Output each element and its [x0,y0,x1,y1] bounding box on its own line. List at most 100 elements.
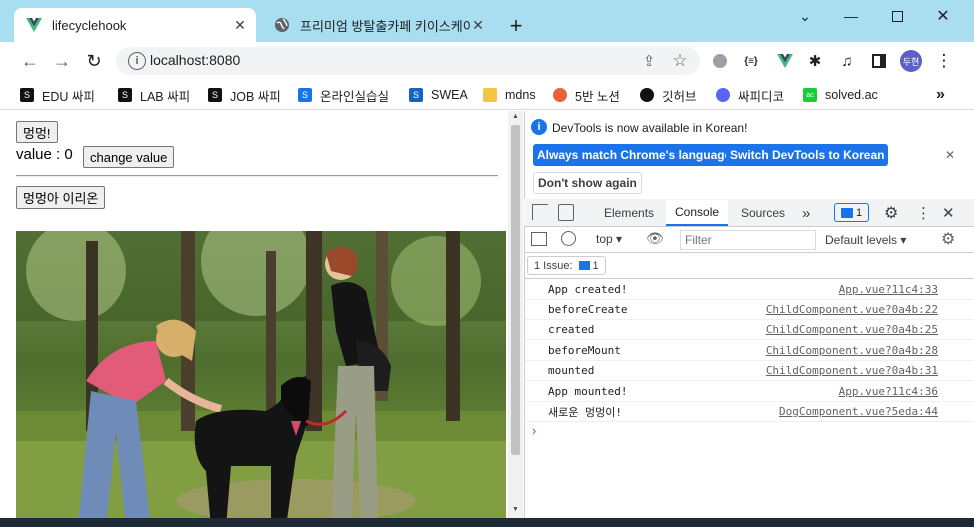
log-source-link[interactable]: ChildComponent.vue?0a4b:28 [766,344,974,357]
back-button[interactable]: ← [17,48,43,74]
bookmark-mdns[interactable]: mdns [483,85,536,105]
forward-button[interactable]: → [49,48,75,74]
media-control-icon[interactable]: ♫ [836,50,858,72]
share-icon[interactable]: ⇪ [638,50,660,72]
bookmark-solvedac[interactable]: ac solved.ac [803,85,878,105]
page-scrollbar[interactable]: ▲ ▼ [508,111,523,518]
console-log-row: created ChildComponent.vue?0a4b:25 [525,320,974,340]
info-icon: i [531,119,547,135]
horizontal-rule [16,175,498,177]
maximize-icon [891,10,903,22]
profile-avatar[interactable]: 두현 [900,50,922,72]
tab-sources[interactable]: Sources [741,200,785,226]
close-devtools-icon[interactable]: ✕ [942,200,955,226]
ssafy-icon: S [208,88,222,102]
devtools-notice: DevTools is now available in Korean! [552,121,748,135]
swea-icon: S [409,88,423,102]
tab-lifecyclehook[interactable]: lifecyclehook ✕ [14,8,256,42]
tab-console[interactable]: Console [666,200,729,226]
console-log-row: mounted ChildComponent.vue?0a4b:31 [525,361,974,381]
peach-icon [553,88,567,102]
close-tab-icon[interactable]: ✕ [470,17,486,33]
ssafy-icon: S [298,88,312,102]
message-icon [840,207,853,218]
live-expression-eye-icon[interactable]: 👁 [646,230,664,247]
reload-icon: ↻ [86,50,102,71]
minimize-button[interactable]: — [828,4,874,28]
message-icon [578,261,590,270]
tab-search-icon[interactable]: ⌄ [782,4,828,28]
extension-gray-icon[interactable] [709,50,731,72]
call-dog-button[interactable]: 멍멍아 이리온 [16,186,106,209]
bookmark-notion[interactable]: 5반 노션 [553,85,620,105]
url-text[interactable]: localhost:8080 [150,52,240,68]
vue-devtools-icon[interactable] [774,50,796,72]
log-source-link[interactable]: App.vue?11c4:36 [839,385,974,398]
log-source-link[interactable]: ChildComponent.vue?0a4b:25 [766,323,974,336]
new-tab-button[interactable]: + [502,13,530,39]
forward-arrow-icon: → [53,50,71,71]
close-window-button[interactable]: ✕ [920,4,966,28]
tab-title: 프리미엄 방탈출카페 키이스케이 [300,18,470,34]
more-tabs-icon[interactable]: » [802,200,810,226]
console-log-row: 새로운 멍멍이! DogComponent.vue?5eda:44 [525,402,974,422]
bookmark-discord[interactable]: 싸피디코 [716,85,784,105]
inspect-element-icon[interactable] [532,204,548,220]
value-text: value : 0 [16,146,73,163]
scrollbar-thumb[interactable] [511,125,520,455]
site-info-icon[interactable]: i [128,52,146,70]
discord-icon [716,88,730,102]
log-source-link[interactable]: ChildComponent.vue?0a4b:31 [766,364,974,377]
device-toolbar-icon[interactable] [558,204,574,221]
github-icon [640,88,654,102]
folder-icon [483,88,497,102]
bookmark-swea[interactable]: S SWEA [409,85,468,105]
bookmark-lab-ssafy[interactable]: S LAB 싸피 [118,85,190,105]
json-extension-icon[interactable]: {≡} [740,50,762,72]
settings-gear-icon[interactable]: ⚙ [884,200,898,226]
reload-button[interactable]: ↻ [81,48,107,74]
scroll-up-arrow-icon[interactable]: ▲ [512,113,519,120]
extensions-puzzle-icon[interactable]: ✱ [804,50,826,72]
close-notice-icon[interactable]: ✕ [945,148,955,162]
scroll-down-arrow-icon[interactable]: ▼ [512,506,519,513]
console-prompt[interactable]: › [532,423,536,438]
log-source-link[interactable]: ChildComponent.vue?0a4b:22 [766,303,974,316]
maximize-button[interactable] [874,4,920,28]
menu-kebab-icon[interactable]: ⋮ [933,50,955,72]
ssafy-icon: S [20,88,34,102]
context-selector[interactable]: top ▾ [596,232,622,246]
globe-icon [274,17,290,33]
bookmark-job-ssafy[interactable]: S JOB 싸피 [208,85,281,105]
ssafy-icon: S [118,88,132,102]
console-log-row: beforeMount ChildComponent.vue?0a4b:28 [525,341,974,361]
always-match-language-button[interactable]: Always match Chrome's language [533,144,736,166]
console-filter-input[interactable] [680,230,816,250]
tab-escape-cafe[interactable]: 프리미엄 방탈출카페 키이스케이 ✕ [262,8,494,42]
devtools-menu-icon[interactable]: ⋮ [916,200,931,226]
dont-show-again-button[interactable]: Don't show again [533,172,642,194]
switch-to-korean-button[interactable]: Switch DevTools to Korean [726,144,889,166]
console-settings-icon[interactable]: ⚙ [941,229,955,249]
side-panel-icon[interactable] [868,50,890,72]
solvedac-icon: ac [803,88,817,102]
tab-title: lifecyclehook [52,17,127,33]
bookmark-edu-ssafy[interactable]: S EDU 싸피 [20,85,95,105]
log-levels-dropdown[interactable]: Default levels ▾ [825,233,906,247]
log-source-link[interactable]: DogComponent.vue?5eda:44 [779,405,974,418]
bark-button[interactable]: 멍멍! [16,121,58,143]
back-arrow-icon: ← [21,50,39,71]
tab-elements[interactable]: Elements [604,200,654,226]
sidebar-toggle-icon[interactable] [531,232,547,246]
close-tab-icon[interactable]: ✕ [232,17,248,33]
log-source-link[interactable]: App.vue?11c4:33 [839,283,974,296]
issues-badge[interactable]: 1 [834,203,869,222]
bookmark-star-icon[interactable]: ☆ [669,50,691,72]
bookmark-online-lab[interactable]: S 온라인실습실 [298,85,389,105]
bookmarks-overflow-icon[interactable]: » [936,85,945,105]
clear-console-icon[interactable] [561,231,576,246]
issues-link[interactable]: 1 Issue: 1 [527,256,606,275]
vue-logo-icon [26,17,42,33]
change-value-button[interactable]: change value [83,146,175,168]
bookmark-github[interactable]: 깃허브 [640,85,697,105]
